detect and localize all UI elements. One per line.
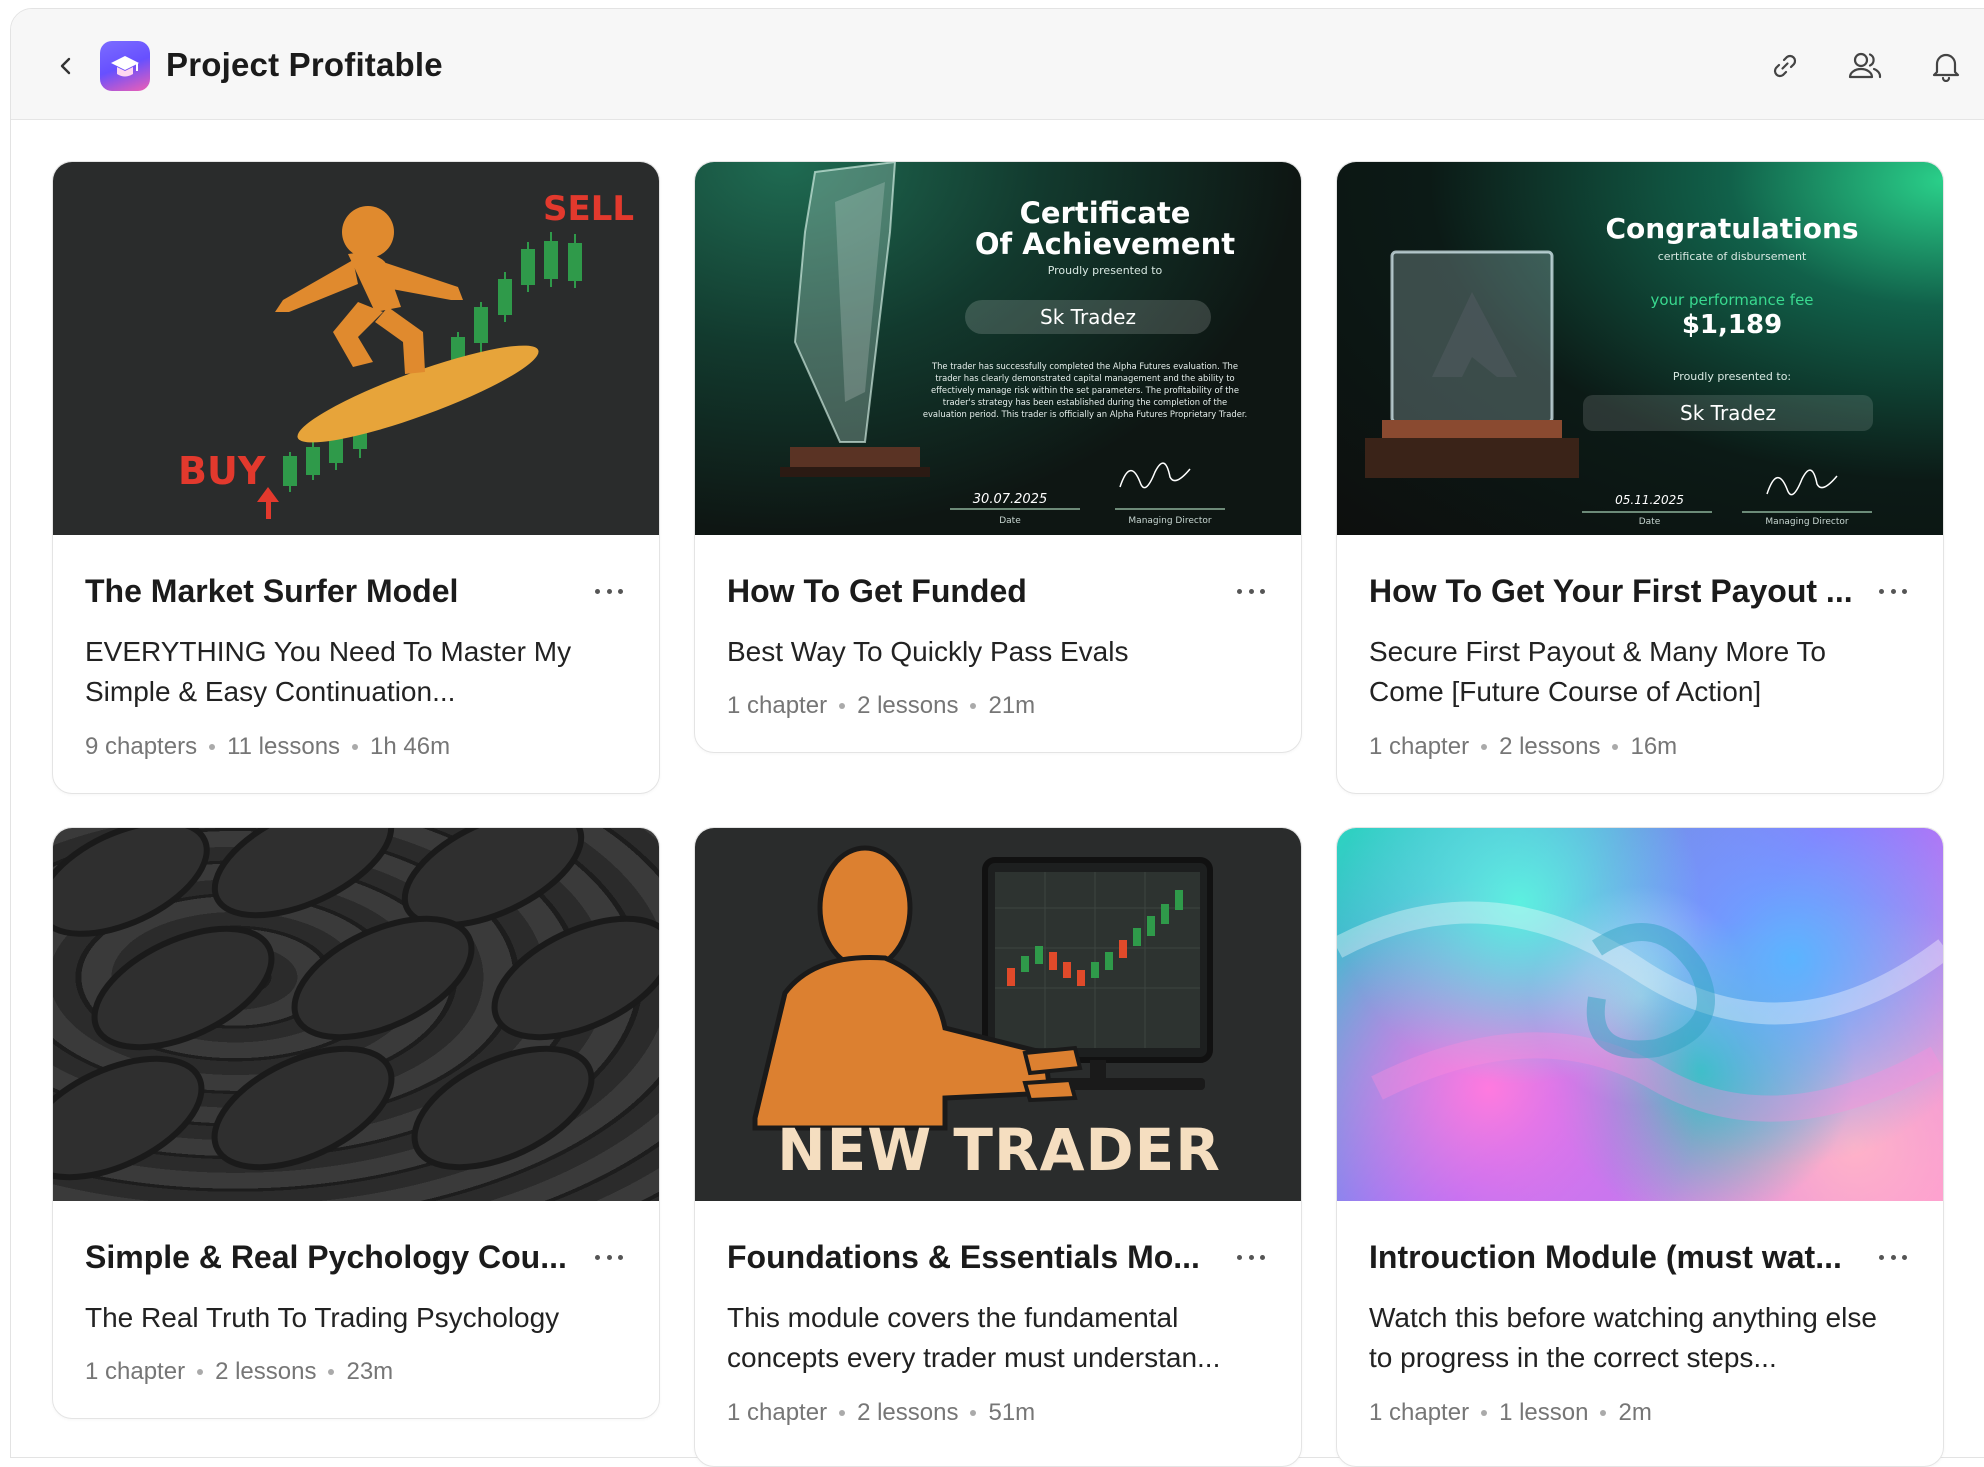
- cert-heading: Congratulations: [1605, 212, 1859, 245]
- cert-heading: Certificate: [1019, 196, 1191, 230]
- top-bar: Project Profitable: [11, 9, 1984, 120]
- course-title: Foundations & Essentials Mo...: [727, 1239, 1200, 1275]
- course-meta: 1 chapter 1 lesson 2m: [1369, 1399, 1652, 1427]
- course-meta: 1 chapter 2 lessons 21m: [727, 692, 1035, 720]
- notifications-button[interactable]: [1925, 45, 1967, 87]
- more-icon: [1237, 1254, 1242, 1260]
- abstract-swirl-illustration: [1337, 901, 1943, 1122]
- course-description: Watch this before watching anything else…: [1369, 1302, 1877, 1373]
- course-thumbnail: SELL BUY: [53, 162, 659, 535]
- chapter-count: 1 chapter: [727, 692, 828, 719]
- lesson-count: 2 lessons: [857, 1399, 959, 1426]
- page-title: Project Profitable: [166, 46, 443, 83]
- cert-name: Sk Tradez: [965, 300, 1211, 334]
- chapter-count: 1 chapter: [727, 1399, 828, 1426]
- course-duration: 23m: [346, 1358, 394, 1385]
- back-button[interactable]: [47, 47, 85, 85]
- cert-name: Sk Tradez: [1583, 395, 1873, 431]
- bell-icon: [1932, 53, 1960, 82]
- course-description: Secure First Payout & Many More To Come …: [1369, 636, 1826, 707]
- lesson-count: 2 lessons: [857, 692, 959, 719]
- cert-subheading: certificate of disbursement: [1657, 250, 1807, 263]
- texture-illustration: [53, 828, 659, 1181]
- more-options-button[interactable]: [1873, 581, 1913, 601]
- course-duration: 51m: [988, 1399, 1036, 1426]
- new-trader-banner: NEW TRADER: [777, 1116, 1221, 1184]
- more-options-button[interactable]: [589, 1247, 629, 1267]
- course-description: Best Way To Quickly Pass Evals: [727, 636, 1129, 667]
- fee-label: your performance fee: [1650, 291, 1814, 309]
- cert-date-label: Date: [1638, 517, 1661, 527]
- users-icon: [1848, 52, 1882, 79]
- course-thumbnail: [53, 828, 659, 1201]
- cert-heading-2: Of Achievement: [974, 227, 1236, 261]
- graduation-cap-icon: [111, 56, 139, 77]
- cert-presented: Proudly presented to: [1047, 264, 1163, 277]
- more-options-button[interactable]: [589, 581, 629, 601]
- course-duration: 21m: [988, 692, 1036, 719]
- course-description: This module covers the fundamental conce…: [727, 1302, 1221, 1373]
- members-button[interactable]: [1844, 45, 1886, 87]
- course-description: EVERYTHING You Need To Master My Simple …: [85, 636, 572, 707]
- course-title: Simple & Real Pychology Cou...: [85, 1239, 567, 1275]
- course-title: Introuction Module (must wat...: [1369, 1239, 1842, 1275]
- course-duration: 16m: [1630, 733, 1678, 760]
- cert-date: 05.11.2025: [1615, 493, 1684, 507]
- cert-presented: Proudly presented to:: [1672, 370, 1792, 383]
- course-title: How To Get Your First Payout ...: [1369, 573, 1853, 609]
- course-card[interactable]: SELL BUY The Market Surfer Model EVERYTH…: [52, 161, 660, 794]
- link-icon: [1773, 54, 1797, 78]
- cert-date: 30.07.2025: [972, 492, 1048, 507]
- more-icon: [1237, 588, 1242, 594]
- more-icon: [1879, 1254, 1884, 1260]
- more-options-button[interactable]: [1873, 1247, 1913, 1267]
- course-card[interactable]: Congratulations certificate of disbursem…: [1336, 161, 1944, 794]
- lesson-count: 1 lesson: [1499, 1399, 1589, 1426]
- more-icon: [595, 588, 600, 594]
- chapter-count: 1 chapter: [1369, 1399, 1470, 1426]
- more-options-button[interactable]: [1231, 1247, 1271, 1267]
- course-meta: 1 chapter 2 lessons 16m: [1369, 733, 1677, 761]
- course-thumbnail: Congratulations certificate of disbursem…: [1337, 162, 1943, 535]
- buy-label: BUY: [178, 449, 266, 493]
- chapter-count: 9 chapters: [85, 733, 198, 760]
- course-card[interactable]: Certificate Of Achievement Proudly prese…: [694, 161, 1302, 753]
- chapter-count: 1 chapter: [1369, 733, 1470, 760]
- course-meta: 1 chapter 2 lessons 23m: [85, 1358, 393, 1386]
- course-card[interactable]: Introuction Module (must wat... Watch th…: [1336, 827, 1944, 1467]
- copy-link-button[interactable]: [1764, 45, 1806, 87]
- course-title: The Market Surfer Model: [85, 573, 459, 609]
- sell-label: SELL: [543, 189, 634, 229]
- cert-date-label: Date: [999, 516, 1021, 526]
- cert-sign-label: Managing Director: [1128, 516, 1212, 526]
- course-thumbnail: NEW TRADER: [695, 828, 1301, 1201]
- course-thumbnail: Certificate Of Achievement Proudly prese…: [695, 162, 1301, 535]
- cert-sign-label: Managing Director: [1765, 517, 1849, 527]
- fee-amount: $1,189: [1681, 310, 1783, 340]
- course-title: How To Get Funded: [727, 573, 1027, 609]
- chapter-count: 1 chapter: [85, 1358, 186, 1385]
- more-options-button[interactable]: [1231, 581, 1271, 601]
- surfer-chart-illustration: SELL BUY: [178, 189, 634, 519]
- course-card[interactable]: Simple & Real Pychology Cou... The Real …: [52, 827, 660, 1419]
- course-meta: 9 chapters 11 lessons 1h 46m: [85, 733, 450, 761]
- cert-body: The trader has successfully completed th…: [922, 361, 1248, 419]
- more-icon: [595, 1254, 600, 1260]
- app-logo: [100, 41, 150, 91]
- course-description: The Real Truth To Trading Psychology: [85, 1302, 560, 1333]
- more-icon: [1879, 588, 1884, 594]
- chevron-left-icon: [60, 57, 71, 75]
- course-thumbnail: [1337, 828, 1943, 1201]
- lesson-count: 11 lessons: [227, 733, 341, 760]
- lesson-count: 2 lessons: [215, 1358, 317, 1385]
- course-duration: 2m: [1618, 1399, 1652, 1426]
- course-meta: 1 chapter 2 lessons 51m: [727, 1399, 1035, 1427]
- course-card[interactable]: NEW TRADER Foundations & Essentials Mo..…: [694, 827, 1302, 1467]
- lesson-count: 2 lessons: [1499, 733, 1601, 760]
- course-duration: 1h 46m: [370, 733, 451, 760]
